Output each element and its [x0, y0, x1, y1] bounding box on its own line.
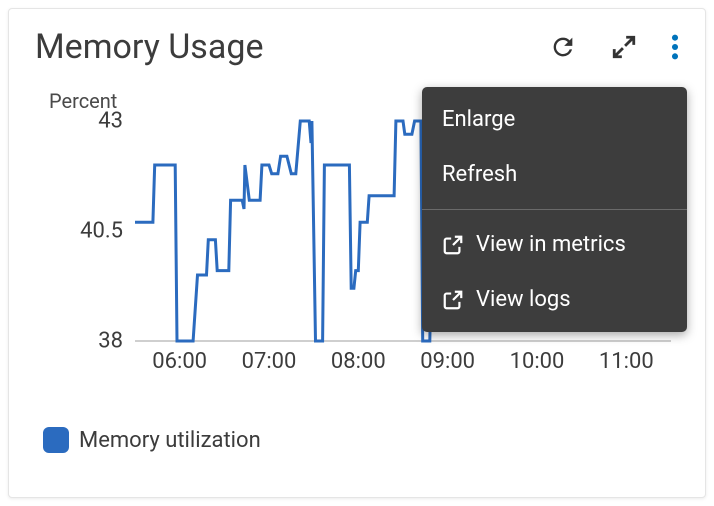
card-header: Memory Usage	[35, 27, 685, 67]
menu-label-view-metrics: View in metrics	[476, 232, 626, 257]
x-tick-label: 09:00	[420, 349, 475, 374]
menu-item-view-logs[interactable]: View logs	[422, 272, 687, 332]
menu-label-view-logs: View logs	[476, 287, 571, 312]
menu-item-refresh[interactable]: Refresh	[422, 147, 687, 207]
chart-title: Memory Usage	[35, 27, 263, 67]
expand-icon[interactable]	[611, 34, 637, 60]
refresh-icon[interactable]	[549, 33, 577, 61]
legend-swatch	[43, 427, 69, 453]
external-link-icon	[442, 289, 464, 311]
y-tick-label: 40.5	[43, 219, 123, 244]
menu-label-refresh: Refresh	[442, 162, 517, 187]
external-link-icon	[442, 234, 464, 256]
chart-card: Memory Usage Percent 3840.543 06:0007:00…	[8, 8, 706, 498]
legend: Memory utilization	[43, 427, 685, 453]
x-tick-label: 11:00	[599, 349, 654, 374]
menu-item-enlarge[interactable]: Enlarge	[422, 87, 687, 147]
y-tick-label: 43	[43, 109, 123, 134]
header-actions	[549, 33, 685, 61]
x-tick-label: 08:00	[331, 349, 386, 374]
x-tick-label: 07:00	[242, 349, 297, 374]
legend-label: Memory utilization	[79, 428, 261, 453]
menu-item-view-metrics[interactable]: View in metrics	[422, 212, 687, 272]
y-tick-label: 38	[43, 329, 123, 354]
menu-divider	[422, 209, 687, 210]
more-menu-dropdown: Enlarge Refresh View in metrics View log…	[422, 87, 687, 332]
more-menu-icon[interactable]	[671, 33, 679, 61]
y-axis-ticks: 3840.543	[35, 121, 123, 341]
x-tick-label: 10:00	[510, 349, 565, 374]
menu-label-enlarge: Enlarge	[442, 107, 515, 132]
x-axis-ticks: 06:00 07:00 08:00 09:00 10:00 11:00	[135, 349, 671, 379]
x-tick-label: 06:00	[152, 349, 207, 374]
